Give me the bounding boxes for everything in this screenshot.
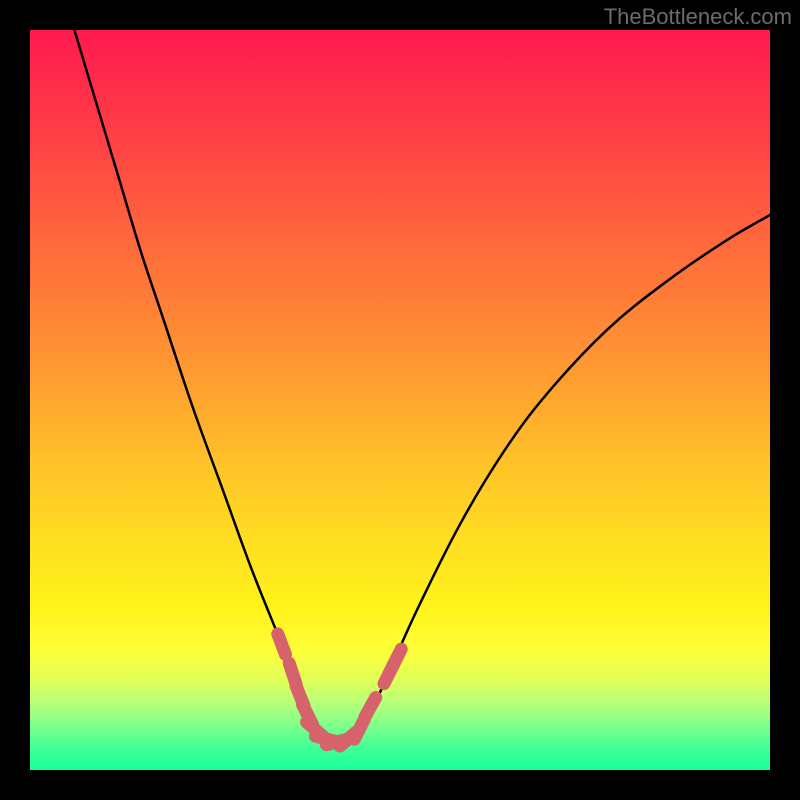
plot-area: [30, 30, 770, 770]
chart-frame: TheBottleneck.com: [0, 0, 800, 800]
gradient-background: [30, 30, 770, 770]
watermark-text: TheBottleneck.com: [604, 4, 792, 30]
